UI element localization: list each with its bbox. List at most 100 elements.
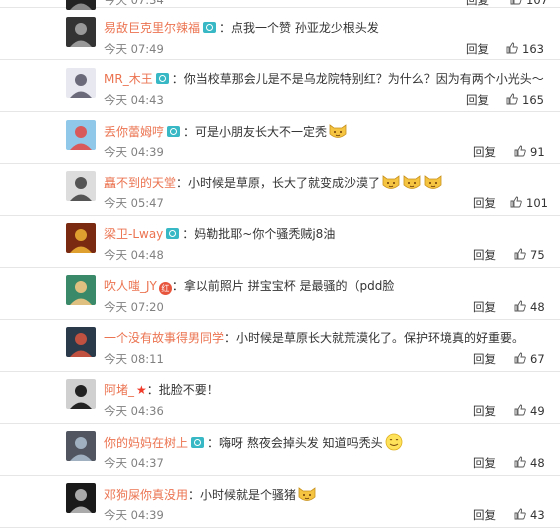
- avatar[interactable]: [66, 431, 96, 461]
- reply-button[interactable]: 回复: [473, 403, 496, 419]
- username-link[interactable]: 你的妈妈在树上: [104, 436, 188, 450]
- comment-line: 邓狗屎你真没用：小时候就是个骚猪: [104, 485, 552, 504]
- comment-row: 阿堵_ ★：批脸不要！ 今天 04:36 回复 49: [0, 372, 560, 424]
- like-button[interactable]: 67: [514, 351, 545, 367]
- username-link[interactable]: MR_木王: [104, 72, 153, 86]
- like-button[interactable]: 43: [514, 507, 545, 523]
- username-link[interactable]: 阿堵_: [104, 383, 134, 397]
- username-link[interactable]: 邓狗屎你真没用: [104, 488, 188, 502]
- like-count: 91: [530, 145, 545, 159]
- username-link[interactable]: 吹人嗤_JY: [104, 279, 157, 293]
- comment-text: ：你当校草那会儿是不是乌龙院特别红？为什么？因为有两个小光头～: [171, 72, 544, 86]
- reply-button[interactable]: 回复: [466, 41, 489, 57]
- avatar[interactable]: [66, 327, 96, 357]
- like-button[interactable]: 163: [506, 41, 544, 57]
- like-button[interactable]: 101: [510, 195, 548, 211]
- reply-button[interactable]: 回复: [466, 0, 489, 8]
- like-button[interactable]: 49: [514, 403, 545, 419]
- comment-text: ：小时候是草原，长大了就变成沙漠了: [176, 176, 381, 190]
- comment-text: ：嗨呀 熬夜会掉头发 知道吗秃头: [207, 436, 383, 450]
- cat-emoji-icon: [402, 173, 422, 191]
- comment-time: 今天 04:43: [104, 93, 164, 107]
- comment-row: MR_木王 ：你当校草那会儿是不是乌龙院特别红？为什么？因为有两个小光头～ 今天 0…: [0, 60, 560, 112]
- comment-line: MR_木王 ：你当校草那会儿是不是乌龙院特别红？为什么？因为有两个小光头～: [104, 70, 552, 88]
- thumbs-up-icon: [506, 93, 518, 105]
- comment-line: 你的妈妈在树上 ：嗨呀 熬夜会掉头发 知道吗秃头: [104, 433, 552, 452]
- comment-time: 今天 04:39: [104, 145, 164, 159]
- like-count: 75: [530, 248, 545, 262]
- username-link[interactable]: 一个没有故事得男同学: [104, 331, 224, 345]
- comment-row: 矗不到的天堂：小时候是草原，长大了就变成沙漠了 今天 05:47 回复 101: [0, 164, 560, 216]
- avatar[interactable]: [66, 120, 96, 150]
- verified-camera-icon: [203, 22, 217, 33]
- comment-line: 丢你蕾姆哼 ：可是小朋友长大不一定秃: [104, 122, 552, 141]
- comment-row: 一个没有故事得男同学：小时候是草原长大就荒漠化了。保护环境真的好重要。今天 08…: [0, 320, 560, 372]
- comment-list: 今天 07:34 回复 107 易敌巨克里尔辣福 ：点我一个赞 孙亚龙少根头发今天 0…: [0, 0, 560, 528]
- thumbs-up-icon: [514, 300, 526, 312]
- thumbs-up-icon: [510, 196, 522, 208]
- reply-button[interactable]: 回复: [473, 195, 496, 211]
- comment-time: 今天 04:39: [104, 508, 164, 522]
- comment-row: 易敌巨克里尔辣福 ：点我一个赞 孙亚龙少根头发今天 07:49 回复 163: [0, 8, 560, 60]
- avatar[interactable]: [66, 17, 96, 47]
- username-link[interactable]: 矗不到的天堂: [104, 176, 176, 190]
- like-count: 49: [530, 404, 545, 418]
- avatar[interactable]: [66, 275, 96, 305]
- comment-time: 今天 04:37: [104, 456, 164, 470]
- reply-button[interactable]: 回复: [473, 507, 496, 523]
- comment-row: 梁卫-Lway ：妈勒批耶~你个骚秃贼j8油今天 04:48 回复 75: [0, 216, 560, 268]
- like-button[interactable]: 75: [514, 247, 545, 263]
- username-link[interactable]: 梁卫-Lway: [104, 227, 163, 241]
- avatar[interactable]: [66, 483, 96, 513]
- avatar[interactable]: [66, 68, 96, 98]
- like-button[interactable]: 91: [514, 144, 545, 160]
- avatar[interactable]: [66, 223, 96, 253]
- reply-button[interactable]: 回复: [466, 92, 489, 108]
- thumbs-up-icon: [514, 456, 526, 468]
- like-button[interactable]: 48: [514, 299, 545, 315]
- reply-button[interactable]: 回复: [473, 455, 496, 471]
- thumbs-up-icon: [506, 42, 518, 54]
- like-count: 101: [526, 196, 548, 210]
- comment-line: 一个没有故事得男同学：小时候是草原长大就荒漠化了。保护环境真的好重要。: [104, 329, 552, 347]
- comment-text: ：小时候就是个骚猪: [188, 488, 297, 502]
- comment-line: 吹人嗤_JY 红：拿以前照片 拼宝宝杯 是最骚的（pdd脸: [104, 277, 552, 295]
- comment-line: 易敌巨克里尔辣福 ：点我一个赞 孙亚龙少根头发: [104, 19, 552, 37]
- like-count: 43: [530, 508, 545, 522]
- comment-time: 今天 04:36: [104, 404, 164, 418]
- reply-button[interactable]: 回复: [473, 144, 496, 160]
- username-link[interactable]: 丢你蕾姆哼: [104, 125, 164, 139]
- comment-text: ：可是小朋友长大不一定秃: [183, 125, 328, 139]
- verified-camera-icon: [191, 437, 205, 448]
- smile-emoji-icon: [384, 433, 404, 451]
- comment-time: 今天 04:48: [104, 248, 164, 262]
- comment-text: ：妈勒批耶~你个骚秃贼j8油: [182, 227, 336, 241]
- cat-emoji-icon: [328, 122, 348, 140]
- comment-line: 梁卫-Lway ：妈勒批耶~你个骚秃贼j8油: [104, 225, 552, 243]
- comment-time: 今天 07:20: [104, 300, 164, 314]
- like-button[interactable]: 165: [506, 92, 544, 108]
- thumbs-up-icon: [514, 248, 526, 260]
- comment-time: 今天 07:49: [104, 42, 164, 56]
- star-icon: ★: [136, 383, 147, 397]
- avatar[interactable]: [66, 171, 96, 201]
- verified-camera-icon: [167, 126, 181, 137]
- comment-time: 今天 05:47: [104, 196, 164, 210]
- like-button[interactable]: 107: [510, 0, 548, 8]
- thumbs-up-icon: [514, 352, 526, 364]
- thumbs-up-icon: [514, 145, 526, 157]
- reply-button[interactable]: 回复: [473, 351, 496, 367]
- avatar[interactable]: [66, 379, 96, 409]
- comment-time: 今天 07:34: [104, 0, 164, 7]
- like-count: 48: [530, 300, 545, 314]
- comment-text: ：拿以前照片 拼宝宝杯 是最骚的（pdd脸: [171, 279, 395, 293]
- thumbs-up-icon: [514, 508, 526, 520]
- comment-time: 今天 08:11: [104, 352, 164, 366]
- reply-button[interactable]: 回复: [473, 247, 496, 263]
- username-link[interactable]: 易敌巨克里尔辣福: [104, 21, 200, 35]
- like-button[interactable]: 48: [514, 455, 545, 471]
- comment-text: ：小时候是草原长大就荒漠化了。保护环境真的好重要。: [224, 331, 525, 345]
- comment-row: 邓狗屎你真没用：小时候就是个骚猪 今天 04:39 回复 43: [0, 476, 560, 528]
- like-count: 67: [530, 352, 545, 366]
- reply-button[interactable]: 回复: [473, 299, 496, 315]
